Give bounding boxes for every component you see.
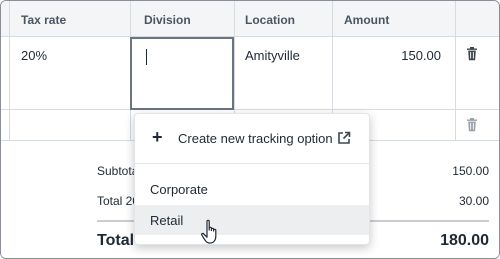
subtotal-value: 150.00 (452, 164, 489, 178)
column-header-amount[interactable]: Amount (344, 13, 389, 27)
trash-icon[interactable] (466, 47, 478, 61)
external-link-icon[interactable] (337, 131, 351, 145)
invoice-line-items-panel: Tax rate Division Location Amount 20% Am… (0, 0, 500, 259)
column-header-location[interactable]: Location (245, 13, 295, 27)
grid-line (9, 1, 10, 141)
tax-total-value: 30.00 (458, 194, 489, 208)
trash-icon[interactable] (466, 118, 478, 132)
create-tracking-option-label: Create new tracking option (178, 131, 333, 146)
grid-line (455, 1, 456, 141)
plus-icon: + (152, 127, 163, 147)
total-label: Total (97, 232, 135, 249)
tax-rate-cell[interactable]: 20% (21, 48, 47, 63)
table-header-row: Tax rate Division Location Amount (1, 1, 499, 37)
menu-divider (135, 163, 369, 164)
row-divider (1, 109, 499, 110)
total-value: 180.00 (440, 232, 489, 249)
create-tracking-option-button[interactable]: + Create new tracking option (135, 114, 369, 162)
amount-cell[interactable]: 150.00 (401, 48, 441, 63)
option-label: Retail (150, 213, 184, 228)
dropdown-option-corporate[interactable]: Corporate (135, 174, 369, 204)
division-dropdown-menu: + Create new tracking option Corporate R… (134, 113, 370, 245)
column-header-division[interactable]: Division (144, 13, 191, 27)
text-caret (146, 49, 147, 65)
dropdown-option-retail[interactable]: Retail (135, 205, 369, 235)
hand-pointer-icon (201, 219, 217, 244)
location-cell[interactable]: Amityville (245, 48, 300, 63)
option-label: Corporate (150, 182, 208, 197)
subtotal-label: Subtota (97, 164, 139, 178)
tax-total-label: Total 20 (97, 194, 140, 208)
column-header-tax-rate[interactable]: Tax rate (21, 13, 66, 27)
division-input[interactable] (130, 37, 234, 110)
